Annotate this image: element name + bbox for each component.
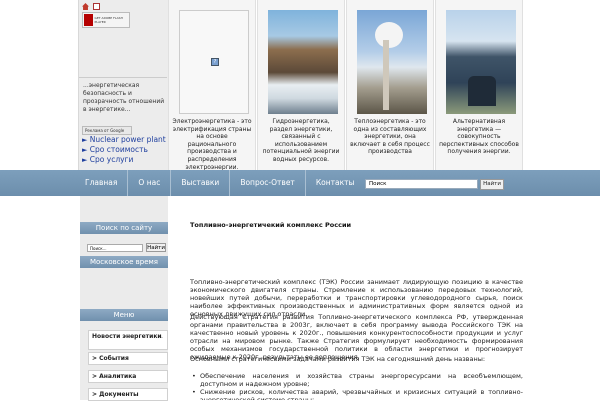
home-icon[interactable]	[82, 3, 89, 10]
flash-badge-text: GET ADOBE FLASH PLAYER	[94, 16, 123, 24]
hydro-dam-image	[268, 10, 338, 114]
energy-card-electric[interactable]: ? Электроэнергетика - это электрификация…	[168, 0, 256, 171]
ad-link-sro-cost[interactable]: ► Сро стоимость	[82, 145, 148, 154]
solar-panels-image	[446, 10, 516, 114]
energy-card-caption: Электроэнергетика - это электрификация с…	[172, 118, 252, 171]
nav-item-home[interactable]: Главная	[75, 170, 129, 196]
energy-card-thermal[interactable]: Теплоэнергетика - это одна из составляющ…	[346, 0, 434, 170]
nav-item-exhibitions[interactable]: Выставки	[171, 170, 231, 196]
flash-player-badge[interactable]: GET ADOBE FLASH PLAYER	[82, 12, 130, 28]
menu-item-label: > Документы	[92, 391, 139, 398]
sidebar-search-input[interactable]: Поиск...	[87, 244, 143, 252]
header-search-input[interactable]	[365, 179, 478, 189]
energy-card-caption: Альтернативная энергетика — совокупность…	[439, 118, 519, 156]
menu-item-label: > События	[92, 355, 129, 362]
main-content: Топливно-энергетичекий комплекс России Т…	[190, 196, 523, 400]
bullet: •	[192, 388, 196, 396]
arrow-right-icon: ►	[82, 146, 88, 154]
nav-item-faq[interactable]: Вопрос-Ответ	[230, 170, 306, 196]
menu-heading: Меню	[80, 309, 168, 321]
energy-card-alternative[interactable]: Альтернативная энергетика — совокупность…	[435, 0, 523, 170]
moscow-time-heading: Московское время	[80, 256, 168, 268]
google-ads-label[interactable]: Реклама от Google	[82, 126, 132, 135]
broken-image-icon: ?	[211, 58, 219, 66]
energy-card-caption: Гидроэнергетика, раздел энергетики, связ…	[262, 118, 340, 163]
menu-item-analytics[interactable]: > Аналитика	[88, 370, 168, 383]
ad-link-sro-services[interactable]: ► Сро услуги	[82, 155, 133, 164]
list-item: • Обеспечение населения и хозяйства стра…	[190, 372, 523, 388]
arrow-right-icon: ►	[82, 136, 88, 144]
list-item-text: Обеспечение населения и хозяйства страны…	[200, 372, 523, 388]
ad-link-nuclear[interactable]: ► Nuclear power plant	[82, 135, 166, 144]
flash-icon	[84, 14, 93, 26]
chimney	[383, 40, 389, 110]
people-silhouette	[468, 76, 496, 106]
nav-item-about[interactable]: О нас	[128, 170, 172, 196]
ad-link-label: Сро услуги	[89, 155, 134, 164]
nav-menu: Главная О нас Выставки Вопрос-Ответ Конт…	[75, 170, 364, 196]
list-item: • Снижение рисков, количества аварий, чр…	[190, 388, 523, 400]
tasks-list: • Обеспечение населения и хозяйства стра…	[190, 372, 523, 400]
sidebar-search-button[interactable]: Найти	[146, 243, 166, 252]
page-title: Топливно-энергетичекий комплекс России	[190, 221, 352, 229]
smoke-cloud	[375, 22, 403, 48]
energy-card-hydro[interactable]: Гидроэнергетика, раздел энергетики, связ…	[257, 0, 345, 170]
header-search-button[interactable]: Найти	[480, 179, 504, 190]
nav-item-contacts[interactable]: Контакты	[306, 170, 365, 196]
menu-item-label: Новости энергетики	[92, 333, 162, 340]
menu-item-documents[interactable]: > Документы	[88, 388, 168, 401]
energy-card-caption: Теплоэнергетика - это одна из составляющ…	[350, 118, 430, 156]
bullet: •	[192, 372, 196, 380]
dash-icon: -	[160, 334, 163, 341]
ad-link-label: Nuclear power plant	[89, 135, 166, 144]
site-tagline: ...энергетическая безопасность и прозрач…	[83, 82, 165, 113]
menu-item-news[interactable]: Новости энергетики -	[88, 330, 168, 350]
sidebar-search-heading: Поиск по сайту	[80, 222, 168, 234]
paragraph-strategy: Действующая Стратегия развития Топливно-…	[190, 313, 523, 361]
main-navigation: Главная О нас Выставки Вопрос-Ответ Конт…	[0, 170, 600, 196]
ad-link-label: Сро стоимость	[89, 145, 148, 154]
electric-image-placeholder: ?	[179, 10, 249, 114]
menu-item-label: > Аналитика	[92, 373, 137, 380]
power-plant-image	[357, 10, 427, 114]
arrow-right-icon: ►	[82, 156, 88, 164]
menu-item-events[interactable]: > События	[88, 352, 168, 365]
paragraph-tasks: Основными стратегическими задачами разви…	[190, 355, 486, 363]
paragraph-intro: Топливно-энергетический комплекс (ТЭК) Р…	[190, 278, 523, 318]
header-left-column: GET ADOBE FLASH PLAYER ...энергетическая…	[78, 0, 170, 170]
divider	[79, 77, 167, 78]
list-item-text: Снижение рисков, количества аварий, чрез…	[200, 388, 523, 400]
site-header: GET ADOBE FLASH PLAYER ...энергетическая…	[0, 0, 600, 171]
mail-icon[interactable]	[93, 3, 100, 10]
